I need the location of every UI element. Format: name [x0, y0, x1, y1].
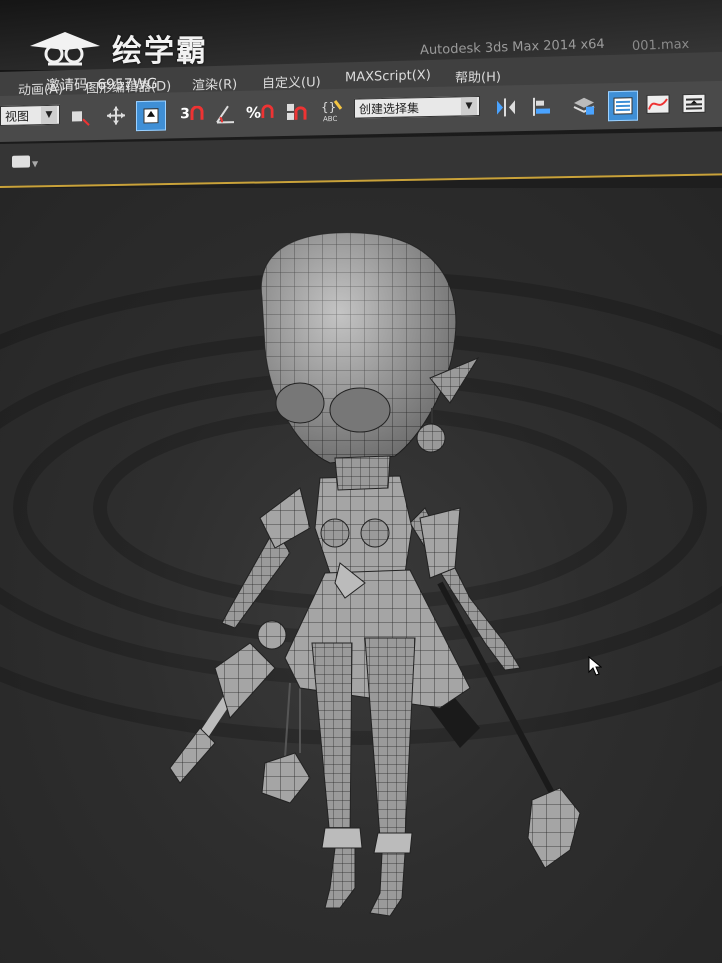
edit-named-selection-icon[interactable]: {} ABC	[318, 97, 346, 126]
layer-manager-icon[interactable]	[570, 91, 598, 120]
snap-3-label: 3	[180, 106, 190, 123]
selection-set-dropdown[interactable]: 创建选择集 ▼	[354, 95, 480, 119]
select-link-icon[interactable]	[66, 102, 94, 131]
move-icon[interactable]	[102, 101, 130, 130]
brand-name: 绘学霸	[112, 34, 208, 69]
brand-logo-icon	[30, 32, 100, 66]
viewport-menu-icon[interactable]	[12, 155, 30, 168]
snap-toggle-icon[interactable]: 3	[178, 100, 206, 129]
invite-code: 邀请码: 6957WG	[45, 76, 158, 94]
percent-label: %	[246, 103, 262, 122]
menu-help[interactable]: 帮助(H)	[455, 66, 501, 86]
view-dropdown-value: 视图	[5, 109, 30, 124]
watermark: 绘学霸	[28, 26, 208, 70]
file-name: 001.max	[631, 37, 690, 54]
perspective-viewport[interactable]	[0, 188, 722, 963]
mirror-icon[interactable]	[492, 93, 520, 122]
mouse-cursor-icon	[588, 656, 602, 676]
menu-maxscript[interactable]: MAXScript(X)	[345, 68, 431, 85]
percent-snap-icon[interactable]: %	[246, 98, 274, 127]
character-wireframe-model	[0, 232, 722, 917]
align-icon[interactable]	[528, 92, 556, 121]
scene-explorer-icon[interactable]	[608, 90, 638, 122]
curve-editor-icon[interactable]	[644, 90, 672, 119]
view-dropdown[interactable]: 视图 ▼	[0, 104, 60, 126]
chevron-down-icon[interactable]: ▼	[32, 159, 38, 168]
chevron-down-icon: ▼	[461, 97, 477, 116]
chevron-down-icon: ▼	[41, 105, 57, 125]
schematic-view-icon[interactable]	[680, 89, 708, 118]
svg-text:ABC: ABC	[323, 115, 337, 123]
angle-snap-icon[interactable]	[212, 99, 240, 128]
spinner-snap-icon[interactable]	[282, 98, 310, 127]
select-object-icon[interactable]	[136, 100, 166, 132]
monitor-screen: Autodesk 3ds Max 2014 x64 001.max 动画(A) …	[0, 0, 722, 963]
selection-set-value: 创建选择集	[359, 101, 420, 117]
